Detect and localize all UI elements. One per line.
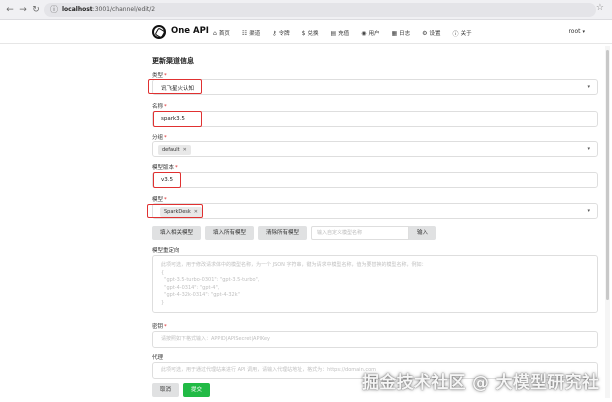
chevron-down-icon: ▾ [582,29,585,35]
model-mapping-label: 模型重定向 [152,248,180,254]
nav-item-token[interactable]: ⚷ 令牌 [272,28,289,38]
back-icon[interactable]: ← [4,4,16,16]
nav-item-about[interactable]: ⓘ 关于 [453,28,472,38]
bookmark-star-icon[interactable]: ☆ [596,3,604,13]
home-icon: ⌂ [213,29,217,37]
nav-item-home[interactable]: ⌂ 首页 [213,28,230,38]
topup-icon: ▤ [330,29,337,37]
nav-item-log[interactable]: ▦ 日志 [391,28,410,38]
app-header: One API ⌂ 首页 ☷ 渠道 ⚷ 令牌 $ 兑换 ▤ 充值 ◉ 用户 ▦ 日志 ⚙ 设置 … [0,20,612,44]
nav-item-redeem[interactable]: $ 兑换 [302,28,319,38]
nav-item-user[interactable]: ◉ 用户 [361,28,379,38]
highlight-box-version [153,172,181,188]
form-actions: 取消 提交 [152,383,211,397]
type-select[interactable]: 讯飞星火认知 ▾ [152,79,598,95]
group-tag: default ✕ [158,145,191,155]
proxy-label: 代理 [152,355,164,361]
openai-logo-icon [152,25,166,39]
info-icon: ⓘ [50,5,58,14]
address-bar[interactable]: ⓘ localhost:3001/channel/edit/2 [44,3,596,17]
group-select[interactable]: default ✕ ▾ [152,141,598,157]
watermark: 掘金技术社区 @ 大模型研究社 [362,373,600,393]
model-version-label: 模型版本* [152,165,178,171]
channel-icon: ☷ [241,29,248,37]
fill-all-models-button[interactable]: 填入所有模型 [205,226,255,240]
model-version-input[interactable]: v3.5 [152,172,598,188]
about-icon: ⓘ [452,30,459,38]
group-label: 分组* [152,135,167,141]
url-text: localhost:3001/channel/edit/2 [62,6,156,13]
cancel-button[interactable]: 取消 [152,383,180,397]
models-label: 模型* [152,197,167,203]
nav-item-topup[interactable]: ▤ 充值 [331,28,350,38]
name-label: 名称* [152,104,167,110]
dropdown-icon: ▾ [587,208,590,214]
close-icon[interactable]: ✕ [183,147,187,153]
key-input[interactable]: 请按照如下格式输入：APPID|APISecret|APIKey [152,331,598,348]
custom-model-input[interactable]: 输入自定义模型名称 [311,226,410,240]
clear-all-models-button[interactable]: 清除所有模型 [258,226,308,240]
token-icon: ⚷ [272,29,277,37]
highlight-box-name [153,111,202,127]
dropdown-icon: ▾ [587,146,590,152]
model-mapping-textarea[interactable]: 此项可选，用于修改请求体中的模型名称，为一个 JSON 字符串，键为请求中模型名… [152,255,598,313]
browser-toolbar: ← → ↻ ⓘ localhost:3001/channel/edit/2 ☆ [0,0,612,20]
forward-icon[interactable]: → [17,4,29,16]
scrollbar-thumb[interactable] [606,50,609,300]
fill-related-models-button[interactable]: 填入相关模型 [152,226,202,240]
models-select[interactable]: SparkDesk ✕ ▾ [152,203,598,219]
brand-name[interactable]: One API [171,26,209,36]
submit-button[interactable]: 提交 [183,383,211,397]
log-icon: ▦ [391,29,398,37]
scrollbar[interactable] [605,46,610,398]
type-label: 类型* [152,73,167,79]
user-menu[interactable]: root ▾ [568,28,585,35]
key-label: 密钥* [152,324,167,330]
model-button-row: 填入相关模型 填入所有模型 清除所有模型 输入自定义模型名称 输入 [152,226,437,240]
highlight-box-models [147,204,203,218]
redeem-icon: $ [301,29,306,37]
page-title: 更新渠道信息 [152,57,194,65]
nav-item-channel[interactable]: ☷ 渠道 [242,28,260,38]
dropdown-icon: ▾ [587,84,590,90]
nav-item-settings[interactable]: ⚙ 设置 [422,28,440,38]
settings-icon: ⚙ [422,29,428,37]
highlight-box-type [148,79,202,94]
name-input[interactable]: spark3.5 [152,111,598,127]
top-nav: ⌂ 首页 ☷ 渠道 ⚷ 令牌 $ 兑换 ▤ 充值 ◉ 用户 ▦ 日志 ⚙ 设置 ⓘ 关于 [213,28,484,38]
user-icon: ◉ [361,29,367,37]
reload-icon[interactable]: ↻ [30,4,42,16]
add-custom-model-button[interactable]: 输入 [409,226,437,240]
